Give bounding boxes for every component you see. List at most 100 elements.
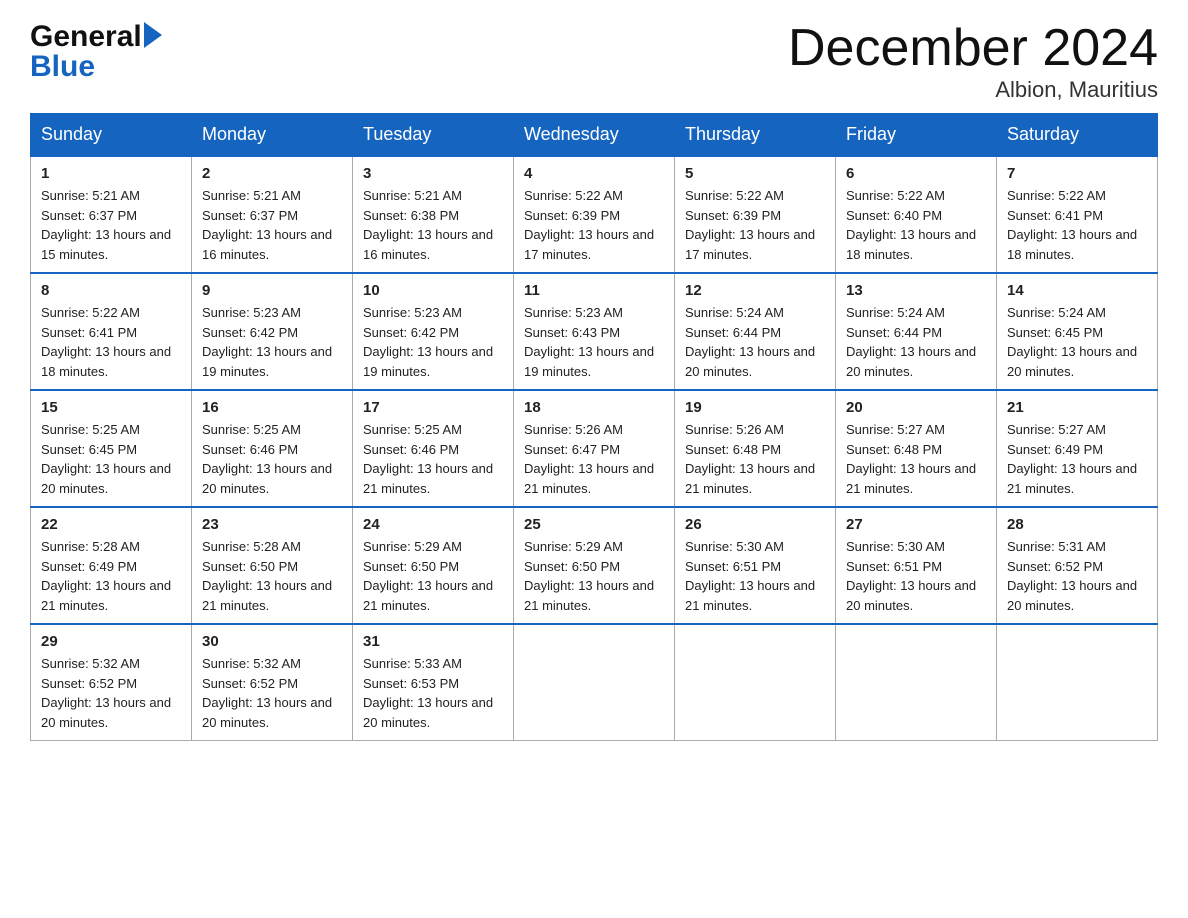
day-info: Sunrise: 5:22 AM Sunset: 6:39 PM Dayligh… bbox=[524, 186, 664, 264]
day-info: Sunrise: 5:23 AM Sunset: 6:42 PM Dayligh… bbox=[363, 303, 503, 381]
calendar-cell: 24 Sunrise: 5:29 AM Sunset: 6:50 PM Dayl… bbox=[353, 507, 514, 624]
day-info: Sunrise: 5:25 AM Sunset: 6:46 PM Dayligh… bbox=[202, 420, 342, 498]
header-tuesday: Tuesday bbox=[353, 114, 514, 157]
calendar-cell: 27 Sunrise: 5:30 AM Sunset: 6:51 PM Dayl… bbox=[836, 507, 997, 624]
calendar-cell: 9 Sunrise: 5:23 AM Sunset: 6:42 PM Dayli… bbox=[192, 273, 353, 390]
calendar-cell: 8 Sunrise: 5:22 AM Sunset: 6:41 PM Dayli… bbox=[31, 273, 192, 390]
logo-general-text: General bbox=[30, 20, 142, 54]
calendar-cell: 14 Sunrise: 5:24 AM Sunset: 6:45 PM Dayl… bbox=[997, 273, 1158, 390]
calendar-week-row: 22 Sunrise: 5:28 AM Sunset: 6:49 PM Dayl… bbox=[31, 507, 1158, 624]
day-info: Sunrise: 5:22 AM Sunset: 6:41 PM Dayligh… bbox=[1007, 186, 1147, 264]
day-info: Sunrise: 5:26 AM Sunset: 6:48 PM Dayligh… bbox=[685, 420, 825, 498]
calendar-cell: 13 Sunrise: 5:24 AM Sunset: 6:44 PM Dayl… bbox=[836, 273, 997, 390]
day-info: Sunrise: 5:22 AM Sunset: 6:41 PM Dayligh… bbox=[41, 303, 181, 381]
day-number: 21 bbox=[1007, 399, 1147, 416]
calendar-cell bbox=[514, 624, 675, 741]
calendar-cell: 29 Sunrise: 5:32 AM Sunset: 6:52 PM Dayl… bbox=[31, 624, 192, 741]
day-info: Sunrise: 5:25 AM Sunset: 6:45 PM Dayligh… bbox=[41, 420, 181, 498]
day-number: 20 bbox=[846, 399, 986, 416]
calendar-cell bbox=[997, 624, 1158, 741]
day-info: Sunrise: 5:27 AM Sunset: 6:49 PM Dayligh… bbox=[1007, 420, 1147, 498]
calendar-cell: 18 Sunrise: 5:26 AM Sunset: 6:47 PM Dayl… bbox=[514, 390, 675, 507]
day-headers-row: Sunday Monday Tuesday Wednesday Thursday… bbox=[31, 114, 1158, 157]
calendar-cell: 2 Sunrise: 5:21 AM Sunset: 6:37 PM Dayli… bbox=[192, 156, 353, 273]
day-info: Sunrise: 5:24 AM Sunset: 6:44 PM Dayligh… bbox=[846, 303, 986, 381]
day-info: Sunrise: 5:22 AM Sunset: 6:39 PM Dayligh… bbox=[685, 186, 825, 264]
day-number: 19 bbox=[685, 399, 825, 416]
day-number: 17 bbox=[363, 399, 503, 416]
day-number: 6 bbox=[846, 165, 986, 182]
day-number: 22 bbox=[41, 516, 181, 533]
calendar-cell: 17 Sunrise: 5:25 AM Sunset: 6:46 PM Dayl… bbox=[353, 390, 514, 507]
header-saturday: Saturday bbox=[997, 114, 1158, 157]
day-number: 9 bbox=[202, 282, 342, 299]
calendar-cell: 1 Sunrise: 5:21 AM Sunset: 6:37 PM Dayli… bbox=[31, 156, 192, 273]
calendar-cell: 22 Sunrise: 5:28 AM Sunset: 6:49 PM Dayl… bbox=[31, 507, 192, 624]
calendar-subtitle: Albion, Mauritius bbox=[788, 77, 1158, 103]
day-info: Sunrise: 5:21 AM Sunset: 6:38 PM Dayligh… bbox=[363, 186, 503, 264]
day-info: Sunrise: 5:26 AM Sunset: 6:47 PM Dayligh… bbox=[524, 420, 664, 498]
calendar-cell: 10 Sunrise: 5:23 AM Sunset: 6:42 PM Dayl… bbox=[353, 273, 514, 390]
calendar-cell: 7 Sunrise: 5:22 AM Sunset: 6:41 PM Dayli… bbox=[997, 156, 1158, 273]
logo-blue-text: Blue bbox=[30, 50, 95, 84]
day-number: 18 bbox=[524, 399, 664, 416]
day-number: 30 bbox=[202, 633, 342, 650]
day-number: 26 bbox=[685, 516, 825, 533]
logo: General Blue bbox=[30, 20, 162, 84]
day-info: Sunrise: 5:25 AM Sunset: 6:46 PM Dayligh… bbox=[363, 420, 503, 498]
header-friday: Friday bbox=[836, 114, 997, 157]
calendar-table: Sunday Monday Tuesday Wednesday Thursday… bbox=[30, 113, 1158, 741]
day-number: 5 bbox=[685, 165, 825, 182]
day-info: Sunrise: 5:29 AM Sunset: 6:50 PM Dayligh… bbox=[363, 537, 503, 615]
calendar-cell: 11 Sunrise: 5:23 AM Sunset: 6:43 PM Dayl… bbox=[514, 273, 675, 390]
calendar-cell: 3 Sunrise: 5:21 AM Sunset: 6:38 PM Dayli… bbox=[353, 156, 514, 273]
day-info: Sunrise: 5:29 AM Sunset: 6:50 PM Dayligh… bbox=[524, 537, 664, 615]
day-info: Sunrise: 5:32 AM Sunset: 6:52 PM Dayligh… bbox=[202, 654, 342, 732]
day-number: 29 bbox=[41, 633, 181, 650]
day-number: 8 bbox=[41, 282, 181, 299]
calendar-cell: 20 Sunrise: 5:27 AM Sunset: 6:48 PM Dayl… bbox=[836, 390, 997, 507]
day-number: 12 bbox=[685, 282, 825, 299]
day-info: Sunrise: 5:21 AM Sunset: 6:37 PM Dayligh… bbox=[41, 186, 181, 264]
day-number: 27 bbox=[846, 516, 986, 533]
header-sunday: Sunday bbox=[31, 114, 192, 157]
day-info: Sunrise: 5:28 AM Sunset: 6:50 PM Dayligh… bbox=[202, 537, 342, 615]
calendar-cell: 25 Sunrise: 5:29 AM Sunset: 6:50 PM Dayl… bbox=[514, 507, 675, 624]
day-info: Sunrise: 5:22 AM Sunset: 6:40 PM Dayligh… bbox=[846, 186, 986, 264]
day-number: 31 bbox=[363, 633, 503, 650]
calendar-cell: 31 Sunrise: 5:33 AM Sunset: 6:53 PM Dayl… bbox=[353, 624, 514, 741]
day-number: 16 bbox=[202, 399, 342, 416]
day-info: Sunrise: 5:23 AM Sunset: 6:42 PM Dayligh… bbox=[202, 303, 342, 381]
calendar-week-row: 29 Sunrise: 5:32 AM Sunset: 6:52 PM Dayl… bbox=[31, 624, 1158, 741]
calendar-cell: 23 Sunrise: 5:28 AM Sunset: 6:50 PM Dayl… bbox=[192, 507, 353, 624]
day-number: 7 bbox=[1007, 165, 1147, 182]
header-monday: Monday bbox=[192, 114, 353, 157]
day-number: 14 bbox=[1007, 282, 1147, 299]
day-number: 23 bbox=[202, 516, 342, 533]
day-number: 10 bbox=[363, 282, 503, 299]
day-info: Sunrise: 5:24 AM Sunset: 6:45 PM Dayligh… bbox=[1007, 303, 1147, 381]
day-number: 2 bbox=[202, 165, 342, 182]
day-info: Sunrise: 5:32 AM Sunset: 6:52 PM Dayligh… bbox=[41, 654, 181, 732]
day-info: Sunrise: 5:27 AM Sunset: 6:48 PM Dayligh… bbox=[846, 420, 986, 498]
calendar-cell bbox=[836, 624, 997, 741]
day-number: 28 bbox=[1007, 516, 1147, 533]
day-number: 24 bbox=[363, 516, 503, 533]
calendar-title: December 2024 bbox=[788, 20, 1158, 77]
calendar-week-row: 15 Sunrise: 5:25 AM Sunset: 6:45 PM Dayl… bbox=[31, 390, 1158, 507]
calendar-cell: 4 Sunrise: 5:22 AM Sunset: 6:39 PM Dayli… bbox=[514, 156, 675, 273]
logo-arrow-icon bbox=[144, 22, 162, 48]
day-info: Sunrise: 5:24 AM Sunset: 6:44 PM Dayligh… bbox=[685, 303, 825, 381]
day-number: 11 bbox=[524, 282, 664, 299]
calendar-cell: 5 Sunrise: 5:22 AM Sunset: 6:39 PM Dayli… bbox=[675, 156, 836, 273]
calendar-cell: 6 Sunrise: 5:22 AM Sunset: 6:40 PM Dayli… bbox=[836, 156, 997, 273]
calendar-cell: 15 Sunrise: 5:25 AM Sunset: 6:45 PM Dayl… bbox=[31, 390, 192, 507]
day-number: 3 bbox=[363, 165, 503, 182]
day-number: 25 bbox=[524, 516, 664, 533]
calendar-week-row: 8 Sunrise: 5:22 AM Sunset: 6:41 PM Dayli… bbox=[31, 273, 1158, 390]
calendar-cell: 30 Sunrise: 5:32 AM Sunset: 6:52 PM Dayl… bbox=[192, 624, 353, 741]
title-block: December 2024 Albion, Mauritius bbox=[788, 20, 1158, 103]
calendar-cell: 16 Sunrise: 5:25 AM Sunset: 6:46 PM Dayl… bbox=[192, 390, 353, 507]
header-thursday: Thursday bbox=[675, 114, 836, 157]
day-info: Sunrise: 5:33 AM Sunset: 6:53 PM Dayligh… bbox=[363, 654, 503, 732]
